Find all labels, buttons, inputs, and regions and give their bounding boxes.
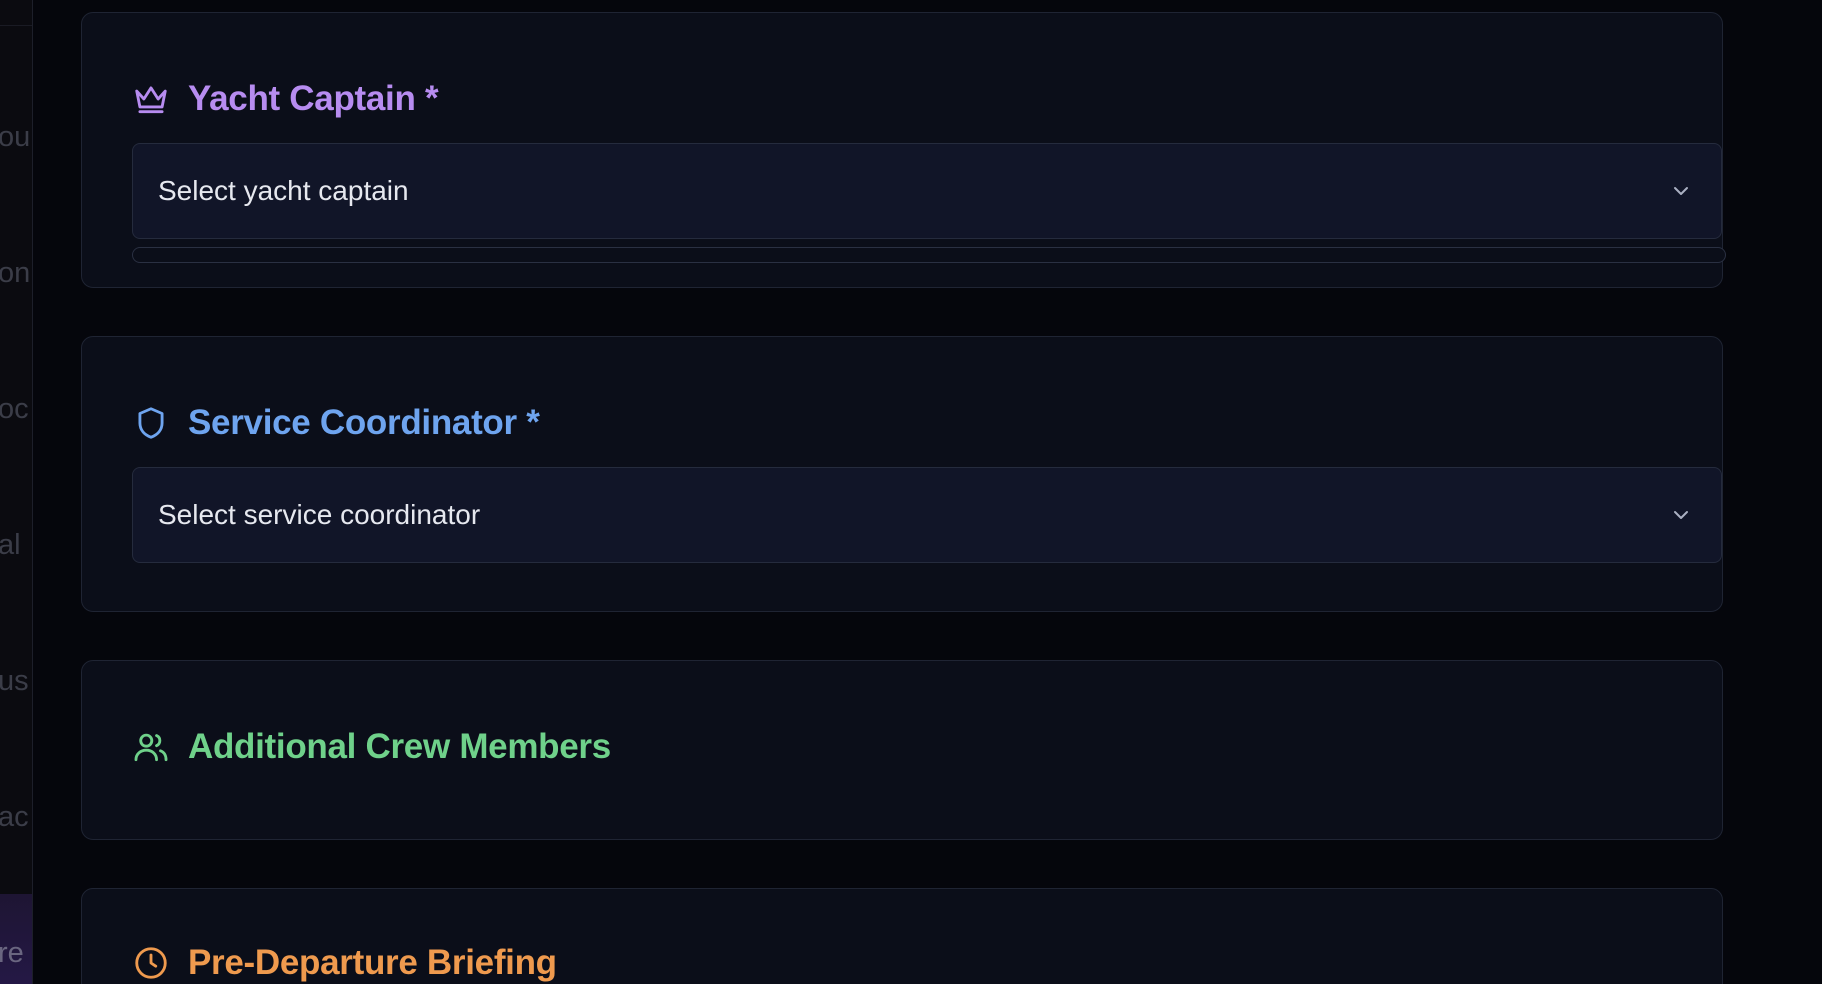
main-content: Yacht Captain * Select yacht captain Ser…: [33, 0, 1822, 984]
additional-crew-title: Additional Crew Members: [188, 727, 611, 766]
service-coordinator-heading: Service Coordinator *: [132, 403, 540, 443]
users-icon: [132, 728, 170, 766]
pre-departure-briefing-heading: Pre-Departure Briefing: [132, 943, 557, 983]
service-coordinator-select[interactable]: Select service coordinator: [132, 467, 1722, 563]
chevron-down-icon: [1674, 511, 1688, 519]
yacht-captain-heading: Yacht Captain *: [132, 79, 439, 119]
sidebar-item-label[interactable]: oc: [0, 393, 29, 426]
additional-crew-section: Additional Crew Members: [81, 660, 1723, 840]
sidebar-item-label[interactable]: us: [0, 665, 29, 698]
page: ou on oc al us ac re Yacht Captain * Sel…: [0, 0, 1822, 984]
service-coordinator-section: Service Coordinator * Select service coo…: [81, 336, 1723, 612]
pre-departure-briefing-section: Pre-Departure Briefing: [81, 888, 1723, 984]
pre-departure-briefing-title: Pre-Departure Briefing: [188, 943, 557, 982]
sidebar-item-label[interactable]: on: [0, 257, 30, 290]
yacht-captain-section: Yacht Captain * Select yacht captain: [81, 12, 1726, 288]
sidebar: ou on oc al us ac re: [0, 0, 33, 984]
service-coordinator-title: Service Coordinator *: [188, 403, 540, 442]
shield-icon: [132, 404, 170, 442]
service-coordinator-placeholder: Select service coordinator: [158, 499, 481, 530]
sidebar-divider: [0, 25, 32, 26]
additional-crew-heading: Additional Crew Members: [132, 727, 611, 767]
clock-icon: [132, 944, 170, 982]
crown-icon: [132, 80, 170, 118]
chevron-down-icon: [1674, 187, 1688, 195]
captain-progress-bar: [132, 247, 1726, 263]
sidebar-item-label[interactable]: al: [0, 529, 21, 562]
yacht-captain-select[interactable]: Select yacht captain: [132, 143, 1722, 239]
yacht-captain-placeholder: Select yacht captain: [158, 175, 409, 206]
yacht-captain-title: Yacht Captain *: [188, 79, 439, 118]
sidebar-item-label[interactable]: ac: [0, 801, 29, 834]
sidebar-item-label[interactable]: ou: [0, 121, 30, 154]
sidebar-item-label[interactable]: re: [0, 937, 24, 970]
